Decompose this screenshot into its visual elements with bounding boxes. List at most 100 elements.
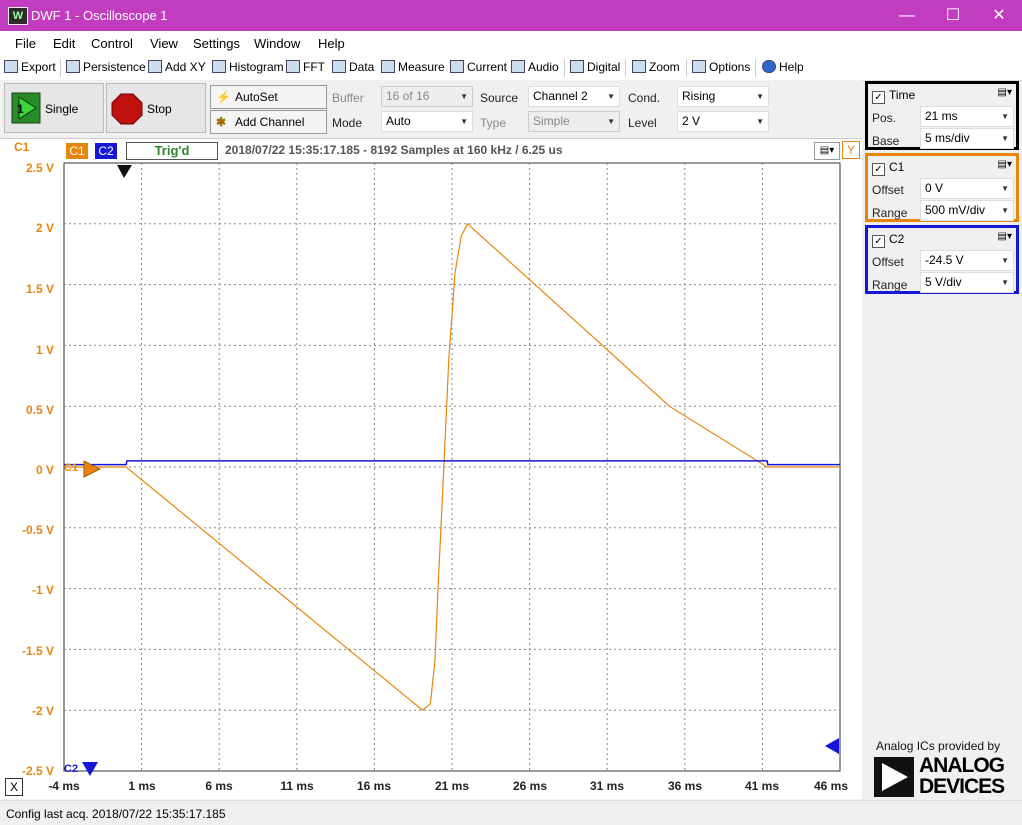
panel-options-icon[interactable]: ▤▾ xyxy=(998,87,1012,98)
checkmark-icon[interactable]: ✓ xyxy=(872,235,885,248)
menu-edit[interactable]: Edit xyxy=(53,36,75,51)
close-button[interactable]: ✕ xyxy=(976,0,1022,31)
fft-icon xyxy=(286,60,300,73)
y-tick-label: 0.5 V xyxy=(25,403,54,417)
x-tick-label: 31 ms xyxy=(589,779,625,793)
panel-options-icon[interactable]: ▤▾ xyxy=(998,231,1012,242)
histogram-icon xyxy=(212,60,226,73)
brand-tagline: Analog ICs provided by xyxy=(876,739,1001,753)
current-button[interactable]: Current xyxy=(450,60,507,76)
autoset-button[interactable]: ⚡ AutoSet xyxy=(210,85,327,109)
y-tick-label: -1 V xyxy=(31,583,54,597)
menu-settings[interactable]: Settings xyxy=(193,36,240,51)
current-label: Current xyxy=(467,60,508,74)
minimize-button[interactable]: — xyxy=(884,0,930,31)
maximize-button[interactable]: ☐ xyxy=(930,0,976,31)
export-button[interactable]: Export xyxy=(4,60,56,76)
histogram-button[interactable]: Histogram xyxy=(212,60,284,76)
x-tick-label: 41 ms xyxy=(744,779,780,793)
help-label: Help xyxy=(779,60,804,74)
time-base-select[interactable]: 5 ms/div ▼ xyxy=(920,128,1014,149)
acquisition-control-bar: 1 Single Stop ⚡ AutoSet ✱ Add Channel Bu… xyxy=(0,80,862,138)
cond-select[interactable]: Rising ▼ xyxy=(677,86,769,107)
digital-label: Digital xyxy=(587,60,621,74)
single-button[interactable]: 1 Single xyxy=(4,83,104,133)
add-xy-label: Add XY xyxy=(165,60,206,74)
type-value: Simple xyxy=(533,114,570,128)
fft-button[interactable]: FFT xyxy=(286,60,325,76)
analog-devices-logo-icon xyxy=(874,757,914,797)
chevron-down-icon: ▼ xyxy=(1001,134,1009,143)
menu-control[interactable]: Control xyxy=(91,36,133,51)
zoom-button[interactable]: Zoom xyxy=(632,60,680,76)
stop-label: Stop xyxy=(147,102,172,116)
source-label: Source xyxy=(480,91,519,105)
c1-panel: ✓ C1 ▤▾ Offset 0 V ▼ Range 500 mV/div ▼ xyxy=(865,153,1019,222)
autoset-label: AutoSet xyxy=(235,90,278,104)
add-channel-button[interactable]: ✱ Add Channel xyxy=(210,110,327,134)
x-tick-label: 21 ms xyxy=(434,779,470,793)
chevron-down-icon: ▼ xyxy=(756,117,764,126)
mode-select[interactable]: Auto ▼ xyxy=(381,111,473,132)
chevron-down-icon: ▼ xyxy=(607,92,615,101)
toolbar-divider xyxy=(60,59,61,77)
export-label: Export xyxy=(21,60,56,74)
time-pos-select[interactable]: 21 ms ▼ xyxy=(920,106,1014,127)
add-channel-icon: ✱ xyxy=(216,115,227,129)
chevron-down-icon: ▼ xyxy=(607,117,615,126)
measure-label: Measure xyxy=(398,60,445,74)
c2-range-select[interactable]: 5 V/div ▼ xyxy=(920,272,1014,293)
c1-range-value: 500 mV/div xyxy=(925,203,986,217)
checkmark-icon[interactable]: ✓ xyxy=(872,163,885,176)
measure-ruler-icon xyxy=(381,60,395,73)
toolbar-divider xyxy=(755,59,756,77)
c2-offset-label: Offset xyxy=(872,255,904,269)
time-panel-header[interactable]: ✓ Time xyxy=(872,88,915,104)
c2-offset-select[interactable]: -24.5 V ▼ xyxy=(920,250,1014,271)
add-xy-button[interactable]: Add XY xyxy=(148,60,206,76)
checkmark-icon[interactable]: ✓ xyxy=(872,91,885,104)
buffer-select[interactable]: 16 of 16 ▼ xyxy=(381,86,473,107)
source-select[interactable]: Channel 2 ▼ xyxy=(528,86,620,107)
time-pos-label: Pos. xyxy=(872,111,897,125)
menu-window[interactable]: Window xyxy=(254,36,300,51)
data-button[interactable]: Data xyxy=(332,60,374,76)
type-select[interactable]: Simple ▼ xyxy=(528,111,620,132)
cond-label: Cond. xyxy=(628,91,661,105)
measure-button[interactable]: Measure xyxy=(381,60,445,76)
c1-panel-header[interactable]: ✓ C1 xyxy=(872,160,904,176)
persistence-icon xyxy=(66,60,80,73)
x-tick-label: 36 ms xyxy=(667,779,703,793)
type-label: Type xyxy=(480,116,507,130)
oscilloscope-chart[interactable] xyxy=(0,138,862,798)
menu-file[interactable]: File xyxy=(15,36,36,51)
digital-signal-icon xyxy=(570,60,584,73)
options-label: Options xyxy=(709,60,751,74)
c1-offset-select[interactable]: 0 V ▼ xyxy=(920,178,1014,199)
audio-speaker-icon xyxy=(511,60,525,73)
help-button[interactable]: Help xyxy=(762,60,804,76)
zoom-magnifier-icon xyxy=(632,60,646,73)
c2-panel-header[interactable]: ✓ C2 xyxy=(872,232,904,248)
x-tick-label: 1 ms xyxy=(128,779,156,793)
level-select[interactable]: 2 V ▼ xyxy=(677,111,769,132)
time-base-value: 5 ms/div xyxy=(925,131,970,145)
c1-range-select[interactable]: 500 mV/div ▼ xyxy=(920,200,1014,221)
persistence-button[interactable]: Persistence xyxy=(66,60,146,76)
c2-offset-value: -24.5 V xyxy=(925,253,964,267)
x-axis-button[interactable]: X xyxy=(5,778,23,796)
time-pos-value: 21 ms xyxy=(925,109,958,123)
options-button[interactable]: Options xyxy=(692,60,750,76)
panel-options-icon[interactable]: ▤▾ xyxy=(998,159,1012,170)
persistence-label: Persistence xyxy=(83,60,146,74)
menu-view[interactable]: View xyxy=(150,36,178,51)
stop-button[interactable]: Stop xyxy=(106,83,206,133)
toolbar: Export Persistence Add XY Histogram FFT … xyxy=(0,55,1022,81)
audio-button[interactable]: Audio xyxy=(511,60,559,76)
x-tick-label: 46 ms xyxy=(813,779,849,793)
digital-button[interactable]: Digital xyxy=(570,60,620,76)
menu-help[interactable]: Help xyxy=(318,36,345,51)
status-bar: Config last acq. 2018/07/22 15:35:17.185 xyxy=(0,800,1022,825)
y-tick-label: 1 V xyxy=(35,343,54,357)
single-play-icon: 1 xyxy=(11,92,41,124)
